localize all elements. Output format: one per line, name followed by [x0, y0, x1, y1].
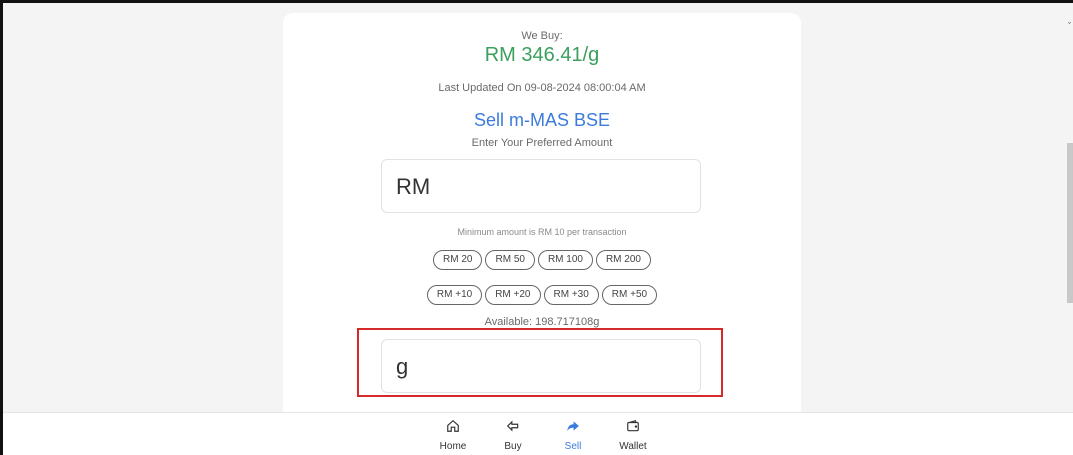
sell-title: Sell m-MAS BSE	[473, 110, 611, 130]
home-icon	[447, 419, 459, 432]
quick-amount-button[interactable]: RM 100	[537, 250, 593, 270]
edge-marker: ˇ	[1068, 21, 1071, 31]
quick-amount-button[interactable]: RM 200	[595, 250, 651, 270]
nav-home[interactable]: Home	[433, 417, 473, 454]
last-updated: Last Updated On 09-08-2024 08:00:04 AM	[438, 82, 646, 94]
increment-button[interactable]: RM +30	[543, 285, 599, 305]
quick-amount-button[interactable]: RM 20	[433, 250, 483, 270]
available-balance: Available: 198.717108g	[484, 316, 600, 328]
nav-home-label: Home	[439, 441, 467, 452]
sell-icon	[567, 421, 579, 432]
increment-button[interactable]: RM +10	[426, 285, 483, 305]
buy-price: RM 346.41/g	[484, 44, 600, 66]
increment-button[interactable]: RM +20	[485, 285, 541, 305]
buy-icon	[506, 420, 519, 432]
grams-input-highlight	[357, 328, 723, 397]
nav-buy[interactable]: Buy	[493, 417, 533, 454]
quick-amount-row: RM 20 RM 50 RM 100 RM 200	[283, 250, 801, 270]
quick-amount-button[interactable]: RM 50	[485, 250, 535, 270]
bottom-nav: Home Buy Sell Wallet	[3, 412, 1073, 455]
amount-prompt: Enter Your Preferred Amount	[471, 137, 613, 149]
wallet-icon	[627, 420, 639, 432]
increment-button[interactable]: RM +50	[601, 285, 658, 305]
we-buy-label: We Buy:	[521, 30, 563, 42]
nav-sell-label: Sell	[564, 441, 582, 452]
rm-prefix: RM	[396, 174, 431, 199]
nav-wallet-label: Wallet	[619, 441, 647, 452]
nav-buy-label: Buy	[504, 441, 522, 452]
minimum-amount-note: Minimum amount is RM 10 per transaction	[457, 227, 627, 237]
nav-sell[interactable]: Sell	[553, 417, 593, 454]
nav-wallet[interactable]: Wallet	[613, 417, 653, 454]
increment-row: RM +10 RM +20 RM +30 RM +50	[283, 285, 801, 305]
amount-rm-input[interactable]: RM	[381, 159, 701, 213]
scrollbar[interactable]	[1067, 143, 1073, 303]
app-frame: We Buy: RM 346.41/g Last Updated On 09-0…	[0, 0, 1073, 455]
